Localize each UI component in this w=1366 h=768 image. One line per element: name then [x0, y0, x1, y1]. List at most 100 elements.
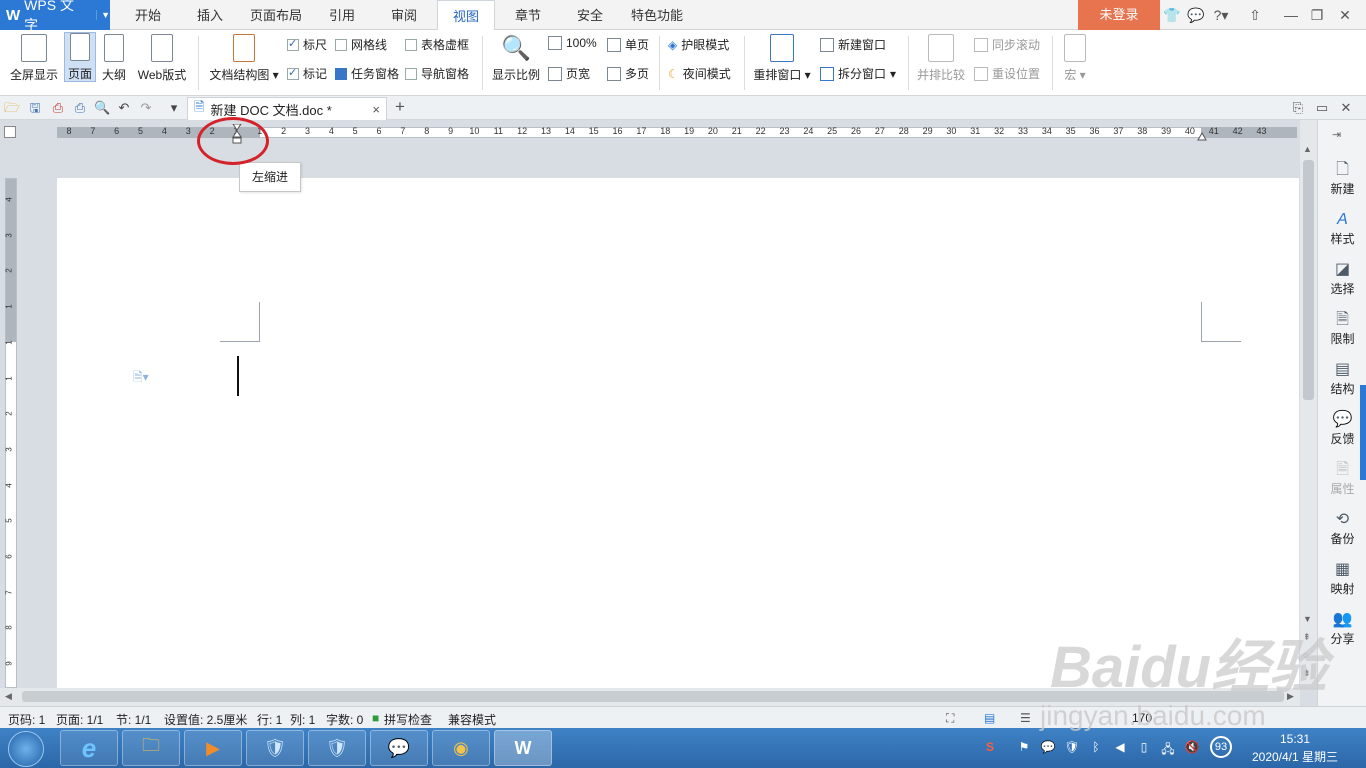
close-tab-icon[interactable]: × — [372, 102, 380, 117]
night-mode-button[interactable]: ☾ 夜间模式 — [668, 65, 731, 82]
tab-home[interactable]: 开始 — [116, 0, 180, 30]
macro-button[interactable]: 宏 ▾ — [1058, 34, 1092, 84]
new-tab-icon[interactable]: + — [392, 98, 408, 115]
taskbar-chrome[interactable]: ◉ — [432, 730, 490, 766]
skin-icon[interactable]: 👕 — [1163, 6, 1181, 24]
fullscreen-view-icon[interactable]: ⛶ — [946, 711, 954, 726]
start-button[interactable] — [8, 731, 44, 767]
zoom-100-button[interactable]: 100% — [548, 36, 597, 50]
vertical-scrollbar[interactable]: ▲ ▼ ⇞ ○ ⇟ — [1300, 120, 1317, 688]
battery-badge[interactable]: 93 — [1210, 736, 1232, 758]
audio-device-icon[interactable]: ◀ — [1112, 740, 1128, 756]
chat-icon[interactable]: 💬 — [1187, 6, 1205, 24]
status-compat-mode[interactable]: 兼容模式 — [448, 711, 496, 728]
redo-icon[interactable]: ↷ — [138, 100, 154, 116]
document-tab[interactable]: 🗎 新建 DOC 文档.doc * × — [187, 97, 387, 120]
system-clock[interactable]: 15:31 2020/4/1 星期三 — [1240, 730, 1350, 766]
login-button[interactable]: 未登录 — [1078, 0, 1160, 30]
tab-page-layout[interactable]: 页面布局 — [240, 0, 312, 30]
panel-feedback[interactable]: 💬 反馈 — [1318, 410, 1366, 447]
print-icon[interactable]: ⎙ — [72, 100, 88, 116]
panel-style[interactable]: A 样式 — [1318, 210, 1366, 247]
nav-pane-checkbox[interactable]: 导航窗格 — [405, 65, 469, 82]
panel-mapping[interactable]: ▦ 映射 — [1318, 560, 1366, 597]
print-preview-icon[interactable]: 🔍 — [94, 100, 110, 116]
page-view-button[interactable]: 页面 — [64, 32, 96, 82]
close-window-icon[interactable]: ✕ — [1336, 6, 1354, 24]
status-setting-value[interactable]: 设置值: 2.5厘米 — [164, 711, 247, 728]
panel-select[interactable]: ◪ 选择 — [1318, 260, 1366, 297]
undo-icon[interactable]: ↶ — [116, 100, 132, 116]
arrange-windows-button[interactable]: 重排窗口 ▾ — [750, 34, 814, 84]
tab-review[interactable]: 审阅 — [372, 0, 436, 30]
shield-tray-icon[interactable]: 🛡 — [1064, 740, 1080, 756]
marks-checkbox[interactable]: 标记 — [287, 65, 327, 82]
taskbar-wps[interactable]: W — [494, 730, 552, 766]
outline-view-button[interactable]: 大纲 — [98, 34, 130, 84]
gridlines-checkbox[interactable]: 网格线 — [335, 36, 387, 53]
panel-collapse-icon[interactable]: ⇥ — [1332, 128, 1341, 141]
ruler-checkbox[interactable]: 标尺 — [287, 36, 327, 53]
horizontal-ruler[interactable]: 8 7 6 5 4 3 2 1 1 2 3 4 5 6 7 8 9 10 11 12 13 14 15 16 17 18 19 20 2… — [0, 120, 1300, 142]
status-word-count[interactable]: 字数: 0 — [326, 711, 363, 728]
side-by-side-button[interactable]: 并排比较 — [914, 34, 968, 84]
fullscreen-button[interactable]: 全屏显示 — [6, 34, 62, 84]
tab-insert[interactable]: 插入 — [180, 0, 240, 30]
right-indent-marker-icon[interactable] — [1197, 131, 1207, 141]
customize-dropdown-icon[interactable]: ▾ — [166, 100, 182, 116]
panel-restrict[interactable]: 🗎 限制 — [1318, 310, 1366, 347]
panel-backup[interactable]: ⟲ 备份 — [1318, 510, 1366, 547]
taskbar-media-player[interactable]: ▶ — [184, 730, 242, 766]
save-icon[interactable]: 🖫 — [27, 100, 43, 116]
doc-minimize-icon[interactable]: ▭ — [1314, 100, 1330, 116]
split-window-button[interactable]: 拆分窗口 ▾ — [820, 65, 896, 82]
taskbar-explorer[interactable]: 🗀 — [122, 730, 180, 766]
task-pane-checkbox[interactable]: 任务窗格 — [335, 65, 399, 82]
status-row[interactable]: 行: 1 — [257, 711, 282, 728]
tab-special[interactable]: 特色功能 — [622, 0, 692, 30]
eye-mode-button[interactable]: ◈ 护眼模式 — [668, 36, 729, 53]
web-view-button[interactable]: Web版式 — [134, 34, 190, 84]
tab-security[interactable]: 安全 — [558, 0, 622, 30]
taskbar-security-app-2[interactable]: 🛡 — [308, 730, 366, 766]
network-flag-icon[interactable]: ⚑ — [1016, 740, 1032, 756]
new-window-button[interactable]: 新建窗口 — [820, 36, 886, 53]
panel-edge-tab[interactable] — [1360, 385, 1366, 480]
tab-view[interactable]: 视图 — [437, 0, 495, 31]
document-page[interactable]: 🗎▾ — [57, 178, 1299, 688]
multi-page-button[interactable]: 多页 — [607, 65, 649, 82]
page-view-status-icon[interactable]: ▤ — [984, 711, 995, 725]
doc-tools-icon[interactable]: ⎘ — [1290, 100, 1306, 116]
status-page-number[interactable]: 页码: 1 — [8, 711, 45, 728]
taskbar-security-app[interactable]: 🛡 — [246, 730, 304, 766]
panel-property[interactable]: 🗎 属性 — [1318, 460, 1366, 497]
minimize-icon[interactable]: — — [1282, 6, 1300, 24]
doc-structure-button[interactable]: 文档结构图 ▾ — [206, 34, 282, 84]
restore-icon[interactable]: ❐ — [1308, 6, 1326, 24]
scroll-left-icon[interactable]: ◀ — [5, 691, 12, 702]
tab-references[interactable]: 引用 — [312, 0, 372, 30]
outline-view-status-icon[interactable]: ☰ — [1020, 711, 1031, 725]
vertical-ruler[interactable]: 4 3 2 1 1 1 2 3 4 5 6 7 8 9 — [5, 178, 17, 688]
taskbar-ie[interactable]: e — [60, 730, 118, 766]
wechat-tray-icon[interactable]: 💬 — [1040, 740, 1056, 756]
vertical-scroll-thumb[interactable] — [1303, 160, 1314, 400]
status-spell-check[interactable]: 拼写检查 — [384, 711, 432, 728]
sync-scroll-button[interactable]: 同步滚动 — [974, 36, 1040, 53]
status-column[interactable]: 列: 1 — [290, 711, 315, 728]
reset-position-button[interactable]: 重设位置 — [974, 65, 1040, 82]
page-width-button[interactable]: 页宽 — [548, 65, 590, 82]
tab-stop-selector[interactable] — [4, 126, 16, 138]
help-icon[interactable]: ?▾ — [1210, 6, 1232, 24]
status-section[interactable]: 节: 1/1 — [116, 711, 151, 728]
panel-new[interactable]: 🗋 新建 — [1318, 160, 1366, 197]
tab-chapter[interactable]: 章节 — [498, 0, 558, 30]
bluetooth-icon[interactable]: ᛒ — [1088, 740, 1104, 756]
scroll-up-icon[interactable]: ▲ — [1303, 144, 1312, 154]
doc-close-icon[interactable]: ✕ — [1338, 100, 1354, 116]
table-dotted-checkbox[interactable]: 表格虚框 — [405, 36, 469, 53]
sogou-ime-icon[interactable]: S — [982, 740, 998, 756]
app-menu-button[interactable]: W WPS 文字 ▼ — [0, 0, 110, 33]
status-pages[interactable]: 页面: 1/1 — [56, 711, 103, 728]
open-folder-icon[interactable]: 🗁 — [4, 100, 20, 116]
